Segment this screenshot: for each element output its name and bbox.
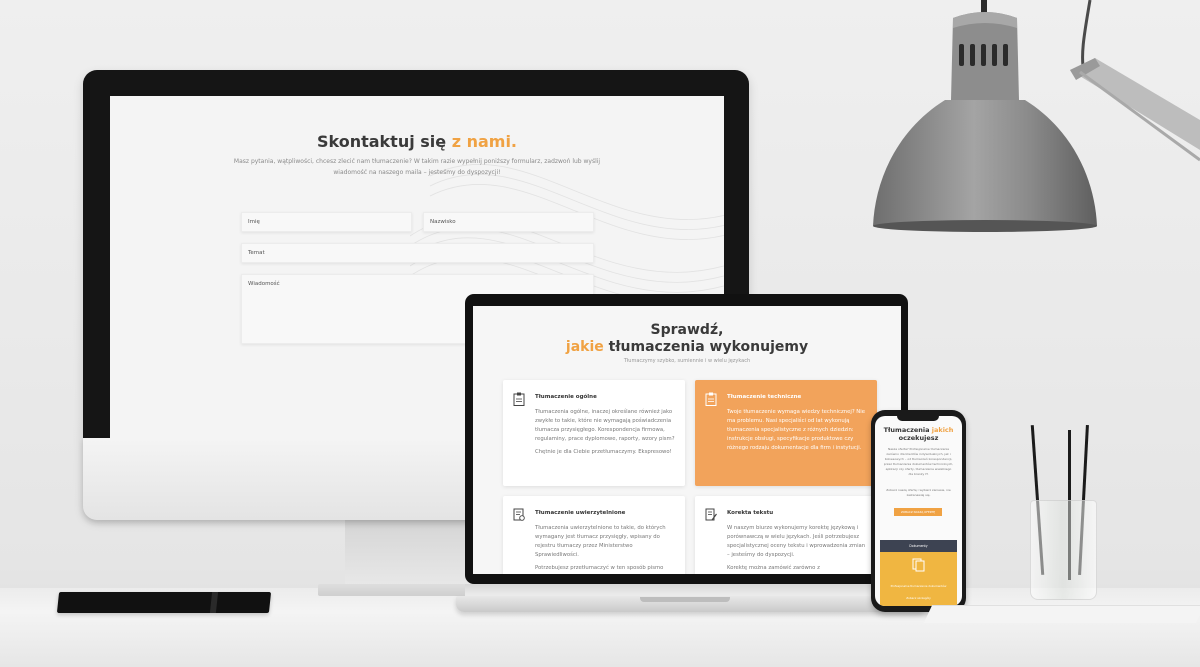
card-body-extra: Korektę można zamówić zarówno z xyxy=(727,565,820,571)
documents-block[interactable]: Profesjonalne tłumaczenie dokumentów Zob… xyxy=(880,552,957,606)
services-title-accent: jakie xyxy=(565,339,604,355)
card-title: Tłumaczenie ogólne xyxy=(535,394,597,400)
imac-stand xyxy=(345,520,485,586)
card-body-extra: Chętnie je dla Ciebie przetłumaczymy. Ek… xyxy=(535,449,672,455)
laptop-screen: Sprawdź, jakie tłumaczenia wykonujemy Tł… xyxy=(473,306,901,574)
card-body: Tłumaczenia ogólne, inaczej określane ró… xyxy=(535,409,675,442)
card-proofreading[interactable]: Korekta tekstu W naszym biurze wykonujem… xyxy=(695,496,877,574)
documents-block-link[interactable]: Zobacz szczegóły xyxy=(880,596,957,600)
card-title: Tłumaczenie uwierzytelnione xyxy=(535,510,626,516)
documents-icon xyxy=(912,558,925,572)
services-title: Sprawdź, jakie tłumaczenia wykonujemy xyxy=(565,322,809,355)
contact-title-accent: z nami. xyxy=(451,132,518,151)
card-body: Twoje tłumaczenie wymaga wiedzy technicz… xyxy=(727,409,866,451)
glass-cup xyxy=(1030,500,1097,600)
card-title: Korekta tekstu xyxy=(727,510,774,516)
paper-sheet xyxy=(923,605,1200,623)
phone-intro: Nasza oferta? Profesjonalne tłumaczenia … xyxy=(883,447,954,476)
last-name-field[interactable]: Nazwisko xyxy=(423,212,594,232)
certificate-icon xyxy=(513,508,525,521)
card-body: W naszym biurze wykonujemy korektę język… xyxy=(727,525,866,558)
contact-description: Masz pytania, wątpliwości, chcesz zlecić… xyxy=(233,158,601,176)
phone-screen: Tłumaczenia jakich oczekujesz Nasza ofer… xyxy=(875,416,962,606)
card-body-extra: Potrzebujesz przetłumaczyć w ten sposób … xyxy=(535,565,664,571)
services-subtitle: Tłumaczymy szybko, sumiennie i w wielu j… xyxy=(623,358,751,364)
laptop-notch xyxy=(640,597,730,602)
notebook xyxy=(56,592,272,613)
clipboard-icon xyxy=(513,392,525,406)
first-name-field[interactable]: Imię xyxy=(241,212,412,232)
document-edit-icon xyxy=(705,508,717,521)
card-certified-translation[interactable]: Tłumaczenie uwierzytelnione Tłumaczenia … xyxy=(503,496,685,574)
documents-block-text: Profesjonalne tłumaczenie dokumentów xyxy=(890,584,947,588)
card-technical-translation[interactable]: Tłumaczenie techniczne Twoje tłumaczenie… xyxy=(695,380,877,486)
card-general-translation[interactable]: Tłumaczenie ogólne Tłumaczenia ogólne, i… xyxy=(503,380,685,486)
lamp-neck xyxy=(951,0,1019,100)
phone-title: Tłumaczenia jakich oczekujesz xyxy=(883,426,954,442)
lamp-shade xyxy=(873,100,1097,232)
documents-tab[interactable]: Dokumenty xyxy=(880,540,957,552)
clipboard-icon xyxy=(705,392,717,406)
phone-intro-2: Zobacz naszą ofertę i wybierz zaniesie, … xyxy=(886,488,951,497)
subject-field[interactable]: Temat xyxy=(241,243,594,263)
offer-button[interactable]: ZOBACZ NASZĄ OFERTĘ xyxy=(894,508,942,516)
card-body: Tłumaczenia uwierzytelnione to takie, do… xyxy=(535,525,666,558)
phone-title-accent: jakich xyxy=(931,426,954,434)
phone-notch xyxy=(897,415,939,421)
contact-title: Skontaktuj się z nami. xyxy=(316,132,518,151)
card-title: Tłumaczenie techniczne xyxy=(727,394,802,400)
